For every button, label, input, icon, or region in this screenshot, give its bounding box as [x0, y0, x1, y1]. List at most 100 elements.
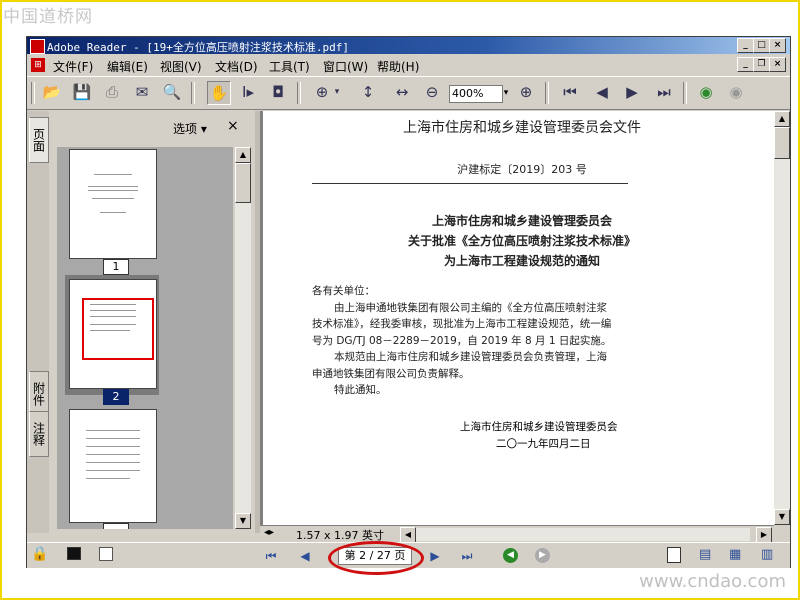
- body-line: 技术标准》，经我委审核，现批准为上海市工程建设规范，统一编: [312, 318, 612, 330]
- doc-minimize-button[interactable]: _: [737, 57, 754, 72]
- thumb-text-line: [90, 304, 136, 305]
- hand-tool-icon[interactable]: ✋: [207, 81, 231, 105]
- salutation: 各有关单位：: [312, 285, 375, 297]
- save-icon[interactable]: 💾: [71, 81, 93, 103]
- thumb-text-line: [92, 198, 134, 199]
- continuous-icon[interactable]: ▤: [699, 547, 711, 562]
- open-icon[interactable]: 📂: [41, 81, 63, 103]
- watermark-bottom-right: www.cndao.com: [639, 571, 786, 592]
- zoom-input[interactable]: 400%: [449, 85, 503, 103]
- doc-close-button[interactable]: ×: [769, 57, 786, 72]
- menu-help[interactable]: 帮助(H): [377, 58, 419, 75]
- page-thumbnail-2[interactable]: [69, 279, 157, 389]
- next-page-icon[interactable]: ▶: [427, 548, 443, 564]
- email-icon[interactable]: ✉: [131, 81, 153, 103]
- first-page-icon[interactable]: ⏮: [559, 81, 581, 103]
- go-back-icon[interactable]: ◉: [695, 81, 717, 103]
- thumb-text-line: [86, 446, 140, 447]
- scroll-up-icon[interactable]: ▲: [774, 111, 790, 127]
- tab-pages[interactable]: 页面: [29, 117, 49, 163]
- prev-page-icon[interactable]: ◀: [297, 548, 313, 564]
- page-label[interactable]: [103, 523, 129, 529]
- fit-width-icon[interactable]: ↕: [357, 81, 379, 103]
- minimize-button[interactable]: _: [737, 38, 754, 53]
- go-forward-icon[interactable]: ▶: [535, 548, 550, 563]
- go-back-icon[interactable]: ◀: [503, 548, 518, 563]
- page-thumbnail-3[interactable]: [69, 409, 157, 523]
- thumb-text-line: [88, 190, 138, 191]
- menu-document[interactable]: 文档(D): [215, 58, 258, 75]
- fit-page-icon[interactable]: ↔: [391, 81, 413, 103]
- panel-options-button[interactable]: 选项 ▾: [173, 120, 207, 137]
- page-view-icon[interactable]: [99, 547, 113, 561]
- monitor-icon[interactable]: [67, 547, 81, 560]
- print-icon[interactable]: ⎙: [101, 81, 123, 103]
- thumb-text-line: [88, 186, 138, 187]
- resize-handle-icon[interactable]: ◂▸: [264, 527, 274, 538]
- thumb-text-line: [90, 324, 136, 325]
- panel-close-icon[interactable]: ×: [227, 118, 239, 134]
- zoom-menu-chevron-icon[interactable]: ▾: [331, 81, 343, 103]
- next-page-icon[interactable]: ▶: [621, 81, 643, 103]
- body-line: 申通地铁集团有限公司负责解释。: [312, 367, 470, 380]
- scroll-down-icon[interactable]: ▼: [235, 513, 251, 529]
- select-text-icon[interactable]: I▸: [237, 81, 259, 103]
- maximize-button[interactable]: □: [753, 38, 770, 53]
- thumb-text-line: [90, 316, 136, 317]
- doc-restore-button[interactable]: ❐: [753, 57, 770, 72]
- scroll-thumb[interactable]: [235, 163, 251, 203]
- scroll-right-icon[interactable]: ▶: [756, 527, 772, 543]
- thumbnails-scrollbar[interactable]: ▲ ▼: [235, 147, 251, 529]
- pages-panel-header: 选项 ▾ ×: [49, 111, 255, 141]
- toolbar: 📂 💾 ⎙ ✉ 🔍 ✋ I▸ ◘ ⊕ ▾ ↕ ↔ ⊖ 400% ▾ ⊕ ⏮ ◀ …: [27, 76, 790, 110]
- highlight-oval: [328, 541, 424, 575]
- snapshot-icon[interactable]: ◘: [267, 81, 289, 103]
- toolbar-separator: [545, 82, 549, 104]
- page-thumbnails: 1 2: [57, 147, 233, 529]
- zoom-dropdown-icon[interactable]: ▾: [501, 85, 511, 101]
- zoom-in-icon[interactable]: ⊕: [311, 81, 333, 103]
- page-label[interactable]: 2: [103, 389, 129, 405]
- title-line-1: 上海市住房和城乡建设管理委员会: [431, 214, 612, 228]
- continuous-facing-icon[interactable]: ▥: [761, 547, 773, 562]
- search-icon[interactable]: 🔍: [161, 81, 183, 103]
- thumb-text-line: [86, 470, 140, 471]
- signature: 上海市住房和城乡建设管理委员会: [460, 421, 618, 433]
- last-page-icon[interactable]: ⏭: [459, 548, 475, 564]
- menu-bar: ⊞ 文件(F) 编辑(E) 视图(V) 文档(D) 工具(T) 窗口(W) 帮助…: [27, 55, 790, 75]
- menu-file[interactable]: 文件(F): [53, 58, 93, 75]
- title-line-3: 为上海市工程建设规范的通知: [443, 254, 600, 268]
- scroll-up-icon[interactable]: ▲: [235, 147, 251, 163]
- thumb-text-line: [86, 454, 140, 455]
- zoom-plus-icon[interactable]: ⊕: [515, 81, 537, 103]
- scroll-left-icon[interactable]: ◀: [400, 527, 416, 543]
- toolbar-separator: [31, 82, 35, 104]
- page-thumbnail-1[interactable]: [69, 149, 157, 259]
- menu-window[interactable]: 窗口(W): [323, 58, 368, 75]
- menu-view[interactable]: 视图(V): [160, 58, 202, 75]
- toolbar-separator: [683, 82, 687, 104]
- first-page-icon[interactable]: ⏮: [263, 548, 279, 564]
- page-label[interactable]: 1: [103, 259, 129, 275]
- pages-panel: 选项 ▾ × 1 2 ▲ ▼: [49, 111, 255, 533]
- doc-date: 二〇一九年四月二日: [496, 438, 591, 450]
- single-page-icon[interactable]: [667, 547, 681, 563]
- facing-icon[interactable]: ▦: [729, 547, 741, 562]
- thumb-text-line: [86, 462, 140, 463]
- prev-page-icon[interactable]: ◀: [591, 81, 613, 103]
- scroll-down-icon[interactable]: ▼: [774, 509, 790, 525]
- tab-comments[interactable]: 注释: [29, 411, 49, 457]
- zoom-out-icon[interactable]: ⊖: [421, 81, 443, 103]
- document-scrollbar[interactable]: ▲ ▼: [774, 111, 790, 525]
- menu-edit[interactable]: 编辑(E): [107, 58, 148, 75]
- horizontal-scroll-track[interactable]: [416, 528, 750, 541]
- close-button[interactable]: ×: [769, 38, 786, 53]
- scroll-thumb[interactable]: [774, 127, 790, 159]
- thumb-text-line: [100, 212, 126, 213]
- navigation-tabs: 页面 附件 注释: [27, 111, 49, 533]
- last-page-icon[interactable]: ⏭: [653, 81, 675, 103]
- menu-tools[interactable]: 工具(T): [269, 58, 310, 75]
- go-forward-icon[interactable]: ◉: [725, 81, 747, 103]
- doc-title: 上海市住房和城乡建设管理委员会 关于批准《全方位高压喷射注浆技术标准》 为上海市…: [312, 211, 732, 271]
- thumb-text-line: [86, 430, 140, 431]
